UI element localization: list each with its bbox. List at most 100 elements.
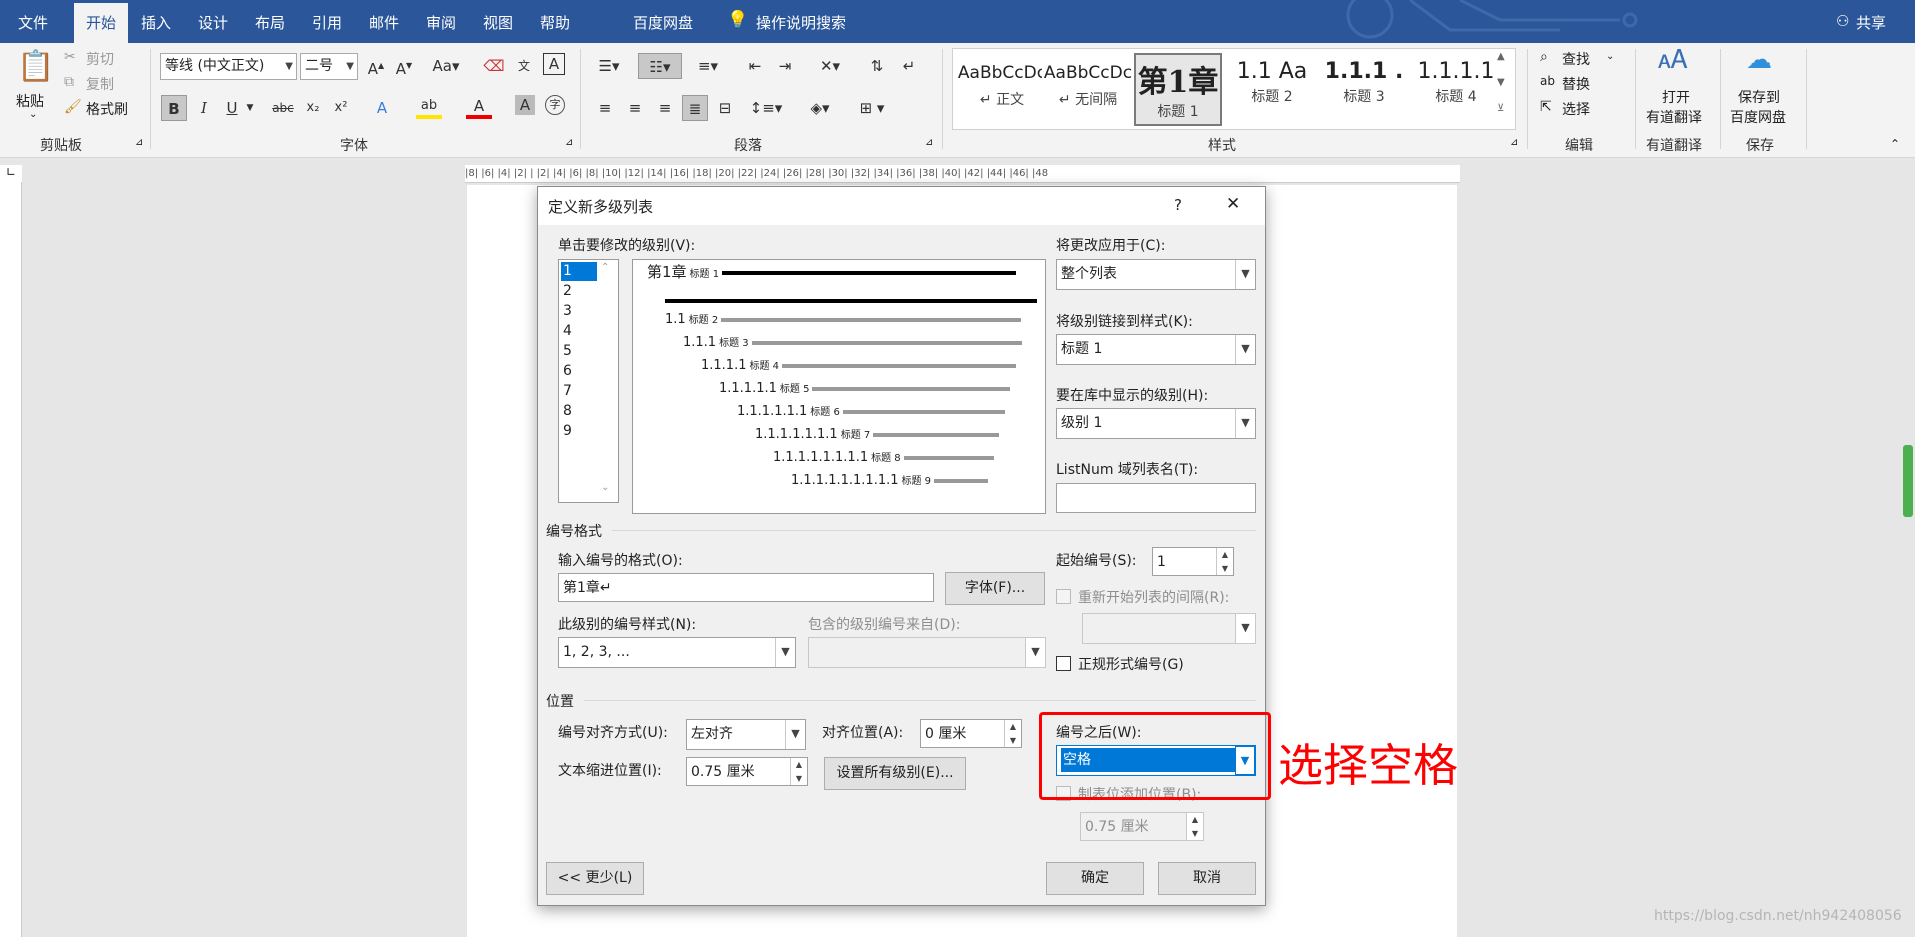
youdao-open-button[interactable]: 打开 xyxy=(1662,87,1690,107)
enclose-character-icon[interactable]: 字 xyxy=(545,95,565,115)
scroll-down-icon[interactable]: ⌄ xyxy=(601,482,609,493)
highlight-icon[interactable]: ab xyxy=(416,95,442,119)
select-button[interactable]: 选择 xyxy=(1562,99,1590,119)
tab-help[interactable]: 帮助 xyxy=(540,12,570,33)
phonetic-guide-icon[interactable]: 文 xyxy=(511,53,537,79)
legal-checkbox[interactable] xyxy=(1056,656,1071,671)
tab-mailings[interactable]: 邮件 xyxy=(369,12,399,33)
clear-format-icon[interactable]: ⌫ xyxy=(481,53,507,79)
list-item[interactable]: 5 xyxy=(561,342,597,361)
chevron-down-icon[interactable]: ⌄ xyxy=(1606,51,1614,62)
tab-layout[interactable]: 布局 xyxy=(255,12,285,33)
less-button[interactable]: << 更少(L) xyxy=(546,862,644,895)
align-right-icon[interactable]: ≡ xyxy=(652,95,678,121)
tab-review[interactable]: 审阅 xyxy=(426,12,456,33)
find-button[interactable]: 查找 xyxy=(1562,49,1590,69)
font-button[interactable]: 字体(F)... xyxy=(945,572,1045,605)
list-item[interactable]: 8 xyxy=(561,402,597,421)
font-size-select[interactable]: 二号 ▼ xyxy=(300,53,358,80)
shrink-font-icon[interactable]: A▼ xyxy=(391,53,417,79)
listnum-input[interactable] xyxy=(1056,483,1256,513)
level-list[interactable]: 1 2 3 4 5 6 7 8 9 ⌃ ⌄ xyxy=(558,259,619,503)
style-heading-1[interactable]: 第1章 标题 1 xyxy=(1134,53,1222,126)
set-all-levels-button[interactable]: 设置所有级别(E)... xyxy=(824,757,966,790)
numbering-icon[interactable]: ☷▾ xyxy=(638,53,682,79)
dialog-launcher-icon[interactable]: ⊿ xyxy=(1510,137,1518,148)
cancel-button[interactable]: 取消 xyxy=(1158,862,1256,895)
apply-to-select[interactable]: 整个列表 ▼ xyxy=(1056,259,1256,290)
multilevel-list-icon[interactable]: ≡▾ xyxy=(690,53,726,79)
subscript-icon[interactable]: x₂ xyxy=(300,95,326,121)
number-style-select[interactable]: 1, 2, 3, ... ▼ xyxy=(558,637,796,668)
shading-icon[interactable]: ◈▾ xyxy=(802,95,838,121)
borders-icon[interactable]: ⊞ ▾ xyxy=(852,95,892,121)
text-effects-icon[interactable]: A xyxy=(369,95,395,121)
tab-references[interactable]: 引用 xyxy=(312,12,342,33)
restart-after-select[interactable]: ▼ xyxy=(1082,613,1256,644)
tab-stop-spinner[interactable]: 0.75 厘米 ▲ ▼ xyxy=(1080,812,1204,841)
youdao-translate-button[interactable]: 有道翻译 xyxy=(1646,107,1702,127)
ok-button[interactable]: 确定 xyxy=(1046,862,1144,895)
chevron-down-icon[interactable]: ▼ xyxy=(243,95,257,121)
strikethrough-icon[interactable]: abc xyxy=(270,95,296,121)
align-left-icon[interactable]: ≡ xyxy=(592,95,618,121)
distributed-icon[interactable]: ⊟ xyxy=(712,95,738,121)
replace-button[interactable]: 替换 xyxy=(1562,74,1590,94)
tell-me-search[interactable]: 操作说明搜索 xyxy=(756,12,846,33)
tab-insert[interactable]: 插入 xyxy=(141,12,171,33)
baidu-save-button[interactable]: 保存到 xyxy=(1738,87,1780,107)
tab-baidu-netdisk[interactable]: 百度网盘 xyxy=(633,12,693,33)
side-widget-handle[interactable] xyxy=(1903,445,1913,517)
baidu-netdisk-button[interactable]: 百度网盘 xyxy=(1730,107,1786,127)
chinese-layout-icon[interactable]: ✕▾ xyxy=(812,53,848,79)
horizontal-ruler[interactable]: |8| |6| |4| |2| | |2| |4| |6| |8| |10| |… xyxy=(465,165,1460,183)
close-button[interactable]: ✕ xyxy=(1226,194,1240,214)
align-center-icon[interactable]: ≡ xyxy=(622,95,648,121)
restart-checkbox[interactable] xyxy=(1056,589,1071,604)
justify-icon[interactable]: ≣ xyxy=(682,95,708,121)
line-spacing-icon[interactable]: ↕≡▾ xyxy=(748,95,784,121)
style-heading-4[interactable]: 1.1.1.1 标题 4 xyxy=(1410,53,1502,126)
format-painter-button[interactable]: 格式刷 xyxy=(86,99,128,119)
dialog-launcher-icon[interactable]: ⊿ xyxy=(925,137,933,148)
list-item[interactable]: 9 xyxy=(561,422,597,441)
more-styles-icon[interactable]: ⊻ xyxy=(1497,103,1504,114)
include-from-select[interactable]: ▼ xyxy=(808,637,1046,668)
bullets-icon[interactable]: ☰▾ xyxy=(592,53,626,79)
gallery-level-select[interactable]: 级别 1 ▼ xyxy=(1056,408,1256,439)
share-button[interactable]: 共享 xyxy=(1856,12,1886,33)
list-item[interactable]: 2 xyxy=(561,282,597,301)
scroll-up-icon[interactable]: ▲ xyxy=(1497,51,1505,62)
superscript-icon[interactable]: x² xyxy=(328,95,354,121)
tab-home[interactable]: 开始 xyxy=(74,3,128,43)
link-style-select[interactable]: 标题 1 ▼ xyxy=(1056,334,1256,365)
tab-design[interactable]: 设计 xyxy=(198,12,228,33)
scroll-down-icon[interactable]: ▼ xyxy=(1497,77,1505,88)
copy-button[interactable]: 复制 xyxy=(86,74,114,94)
dialog-launcher-icon[interactable]: ⊿ xyxy=(565,137,573,148)
scroll-up-icon[interactable]: ⌃ xyxy=(601,262,609,273)
character-shading-icon[interactable]: A xyxy=(515,95,535,115)
font-color-icon[interactable]: A xyxy=(466,95,492,119)
alignment-select[interactable]: 左对齐 ▼ xyxy=(686,719,806,750)
indent-spinner[interactable]: 0.75 厘米 ▲ ▼ xyxy=(686,757,808,786)
list-item[interactable]: 4 xyxy=(561,322,597,341)
grow-font-icon[interactable]: A▲ xyxy=(363,53,389,79)
start-at-spinner[interactable]: 1 ▲ ▼ xyxy=(1152,547,1234,576)
change-case-icon[interactable]: Aa▾ xyxy=(427,53,465,79)
style-normal[interactable]: AaBbCcDc ↵ 正文 xyxy=(956,53,1048,126)
character-border-icon[interactable]: A xyxy=(543,53,565,75)
tab-view[interactable]: 视图 xyxy=(483,12,513,33)
font-name-select[interactable]: 等线 (中文正文) ▼ xyxy=(160,53,297,80)
sort-icon[interactable]: ⇅ xyxy=(864,53,890,79)
decrease-indent-icon[interactable]: ⇤ xyxy=(742,53,768,79)
list-item[interactable]: 1 xyxy=(561,262,597,281)
paste-button[interactable]: 粘贴 xyxy=(16,91,44,111)
style-heading-3[interactable]: 1.1.1 . 标题 3 xyxy=(1318,53,1410,126)
style-no-spacing[interactable]: AaBbCcDc ↵ 无间隔 xyxy=(1042,53,1134,126)
collapse-ribbon-icon[interactable]: ⌃ xyxy=(1890,137,1900,151)
list-item[interactable]: 7 xyxy=(561,382,597,401)
tab-selector[interactable]: ∟ xyxy=(0,165,22,182)
dialog-launcher-icon[interactable]: ⊿ xyxy=(135,137,143,148)
list-item[interactable]: 6 xyxy=(561,362,597,381)
